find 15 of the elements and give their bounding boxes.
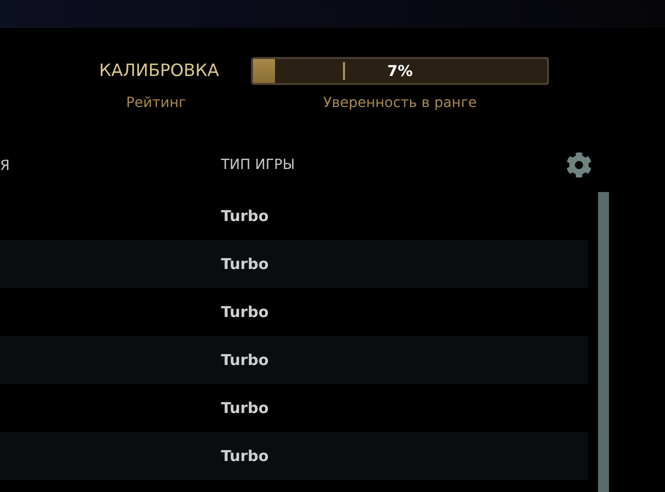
table-cell-text: Turbo	[221, 302, 269, 323]
table-cell-text: Turbo	[221, 350, 269, 371]
table-cell-text: Turbo	[221, 398, 269, 419]
calibration-title: КАЛИБРОВКА	[99, 60, 220, 83]
table-cell-text: Turbo	[221, 446, 269, 467]
confidence-reading: 7%	[387, 60, 413, 82]
scrollbar[interactable]	[598, 192, 609, 492]
table-cell-text: Turbo	[221, 254, 269, 275]
settings-icon[interactable]	[566, 152, 592, 178]
column-header: Я	[0, 158, 10, 174]
column-header: ТИП ИГРЫ	[221, 156, 295, 174]
rating-label: Рейтинг	[126, 94, 186, 113]
table-cell-text: Turbo	[221, 206, 269, 227]
bar-marker	[343, 62, 345, 80]
confidence-label: Уверенность в ранге	[323, 94, 477, 113]
